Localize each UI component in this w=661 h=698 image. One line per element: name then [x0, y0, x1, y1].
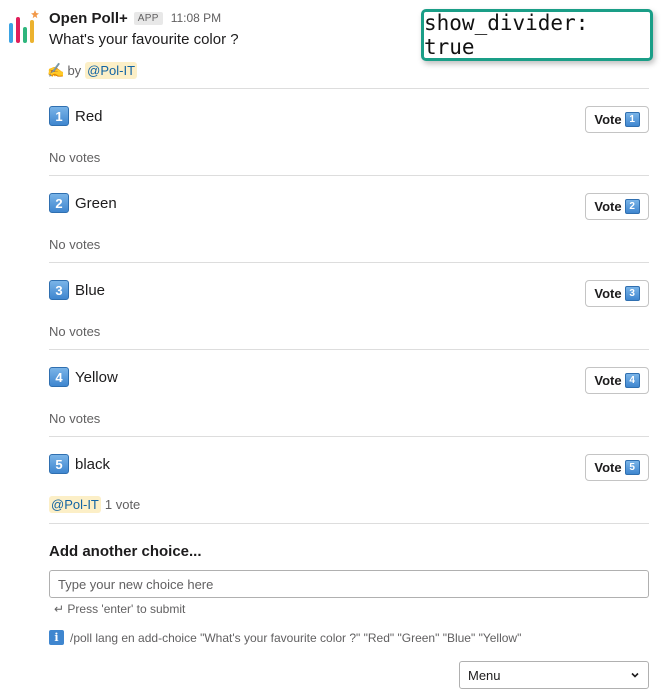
add-choice-title: Add another choice...	[49, 543, 202, 560]
vote-button-4[interactable]: Vote 4	[585, 367, 649, 394]
writing-hand-icon: ✍️	[47, 62, 65, 78]
command-text: /poll lang en add-choice "What's your fa…	[70, 630, 522, 645]
menu-select[interactable]: Menu	[459, 661, 649, 689]
choice-label: black	[75, 455, 111, 473]
keycap-4-icon: 4	[49, 367, 69, 387]
choice-label: Green	[75, 194, 117, 212]
choice-result: No votes	[49, 411, 101, 426]
message-header: Open Poll+ APP 11:08 PM	[49, 8, 221, 28]
vote-count: 1 vote	[104, 497, 141, 512]
vote-button-label: Vote	[594, 286, 622, 301]
new-choice-input[interactable]	[49, 570, 649, 598]
author-mention[interactable]: @Pol-IT	[85, 62, 138, 79]
divider	[49, 436, 649, 437]
choice-voters: @Pol-IT 1 vote	[49, 496, 140, 513]
vote-button-5[interactable]: Vote 5	[585, 454, 649, 481]
divider	[49, 175, 649, 176]
keycap-2-icon: 2	[624, 199, 640, 214]
poll-author: ✍️ by @Pol-IT	[47, 62, 138, 79]
choice-label: Blue	[75, 281, 106, 299]
keycap-5-icon: 5	[624, 460, 640, 475]
keycap-2-icon: 2	[49, 193, 69, 213]
vote-button-label: Vote	[594, 199, 622, 214]
vote-button-3[interactable]: Vote 3	[585, 280, 649, 307]
vote-button-2[interactable]: Vote 2	[585, 193, 649, 220]
keycap-1-icon: 1	[49, 106, 69, 126]
keycap-3-icon: 3	[49, 280, 69, 300]
keycap-5-icon: 5	[49, 454, 69, 474]
chevron-down-icon	[631, 672, 639, 678]
divider	[49, 349, 649, 350]
poll-question: What's your favourite color ?	[49, 31, 239, 48]
command-info: i /poll lang en add-choice "What's your …	[49, 630, 521, 645]
choice-result: No votes	[49, 237, 101, 252]
author-prefix: by	[67, 63, 82, 78]
show-divider-overlay: show_divider: true	[421, 9, 653, 61]
keycap-1-icon: 1	[624, 112, 640, 127]
vote-button-label: Vote	[594, 460, 622, 475]
voter-mention[interactable]: @Pol-IT	[49, 496, 101, 513]
menu-label: Menu	[468, 667, 501, 683]
information-icon: i	[49, 630, 64, 645]
choice-result: No votes	[49, 150, 101, 165]
choice-result: No votes	[49, 324, 101, 339]
open-poll-logo-icon	[9, 10, 39, 43]
keycap-3-icon: 3	[624, 286, 640, 301]
choice-label: Yellow	[75, 368, 118, 386]
message-timestamp[interactable]: 11:08 PM	[171, 11, 221, 25]
vote-button-label: Vote	[594, 112, 622, 127]
submit-hint: ↵ Press 'enter' to submit	[54, 602, 186, 616]
choice-label: Red	[75, 107, 103, 125]
keycap-4-icon: 4	[624, 373, 640, 388]
choice-5: 5 black	[49, 454, 110, 474]
choice-4: 4 Yellow	[49, 367, 118, 387]
divider	[49, 523, 649, 524]
vote-button-1[interactable]: Vote 1	[585, 106, 649, 133]
divider	[49, 262, 649, 263]
choice-2: 2 Green	[49, 193, 117, 213]
app-name[interactable]: Open Poll+	[49, 10, 128, 27]
choice-1: 1 Red	[49, 106, 103, 126]
divider	[49, 88, 649, 89]
vote-button-label: Vote	[594, 373, 622, 388]
app-badge: APP	[133, 11, 163, 25]
choice-3: 3 Blue	[49, 280, 105, 300]
